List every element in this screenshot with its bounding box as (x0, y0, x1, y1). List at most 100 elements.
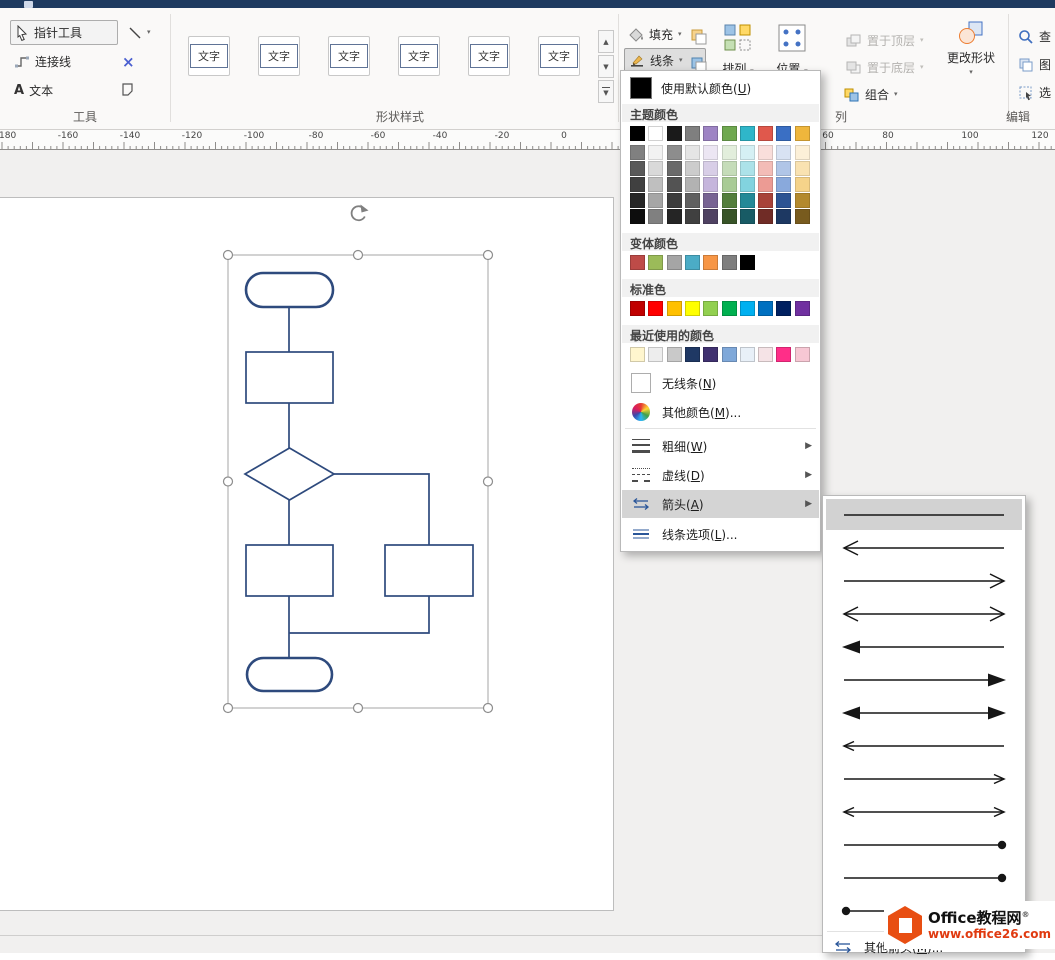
theme-tint-swatch[interactable] (667, 145, 682, 160)
arrow-style-right-solid[interactable] (826, 664, 1022, 695)
standard-color-swatch[interactable] (722, 301, 737, 316)
standard-color-swatch[interactable] (667, 301, 682, 316)
theme-tint-swatch[interactable] (667, 193, 682, 208)
theme-tint-swatch[interactable] (667, 177, 682, 192)
variant-color-swatch[interactable] (685, 255, 700, 270)
theme-tint-swatch[interactable] (740, 145, 755, 160)
recent-color-swatch[interactable] (758, 347, 773, 362)
shape-style-item[interactable]: 文字 (188, 36, 230, 76)
theme-tint-swatch[interactable] (722, 177, 737, 192)
theme-tint-swatch[interactable] (703, 145, 718, 160)
theme-tint-swatch[interactable] (795, 209, 810, 224)
theme-tint-swatch[interactable] (776, 145, 791, 160)
line-tool-button[interactable]: ▾ (124, 20, 160, 45)
theme-tint-swatch[interactable] (758, 177, 773, 192)
theme-tint-swatch[interactable] (795, 161, 810, 176)
theme-tint-swatch[interactable] (795, 145, 810, 160)
theme-tint-swatch[interactable] (795, 177, 810, 192)
variant-color-swatch[interactable] (703, 255, 718, 270)
group-button[interactable]: 组合 ▾ (840, 82, 902, 107)
arrow-style-both-solid[interactable] (826, 697, 1022, 728)
bring-to-front-button[interactable]: 置于顶层 ▾ (842, 28, 928, 53)
variant-color-swatch[interactable] (648, 255, 663, 270)
theme-tint-swatch[interactable] (648, 177, 663, 192)
arrow-style-both-open-small[interactable] (826, 796, 1022, 827)
theme-tint-swatch[interactable] (758, 209, 773, 224)
recent-color-swatch[interactable] (795, 347, 810, 362)
shape-style-item[interactable]: 文字 (398, 36, 440, 76)
theme-tint-swatch[interactable] (740, 161, 755, 176)
recent-color-swatch[interactable] (740, 347, 755, 362)
theme-tint-swatch[interactable] (776, 209, 791, 224)
recent-color-swatch[interactable] (776, 347, 791, 362)
change-shape-button[interactable]: 更改形状 ▾ (938, 20, 1004, 76)
theme-color-swatch[interactable] (758, 126, 773, 141)
arrow-style-left-open-small[interactable] (826, 730, 1022, 761)
text-tool-button[interactable]: A 文本 (10, 78, 96, 103)
theme-tint-swatch[interactable] (740, 209, 755, 224)
theme-tint-swatch[interactable] (703, 209, 718, 224)
theme-color-swatch[interactable] (722, 126, 737, 141)
standard-color-swatch[interactable] (630, 301, 645, 316)
theme-tint-swatch[interactable] (630, 161, 645, 176)
shape-style-item[interactable]: 文字 (328, 36, 370, 76)
recent-color-swatch[interactable] (685, 347, 700, 362)
theme-color-swatch[interactable] (703, 126, 718, 141)
arrow-style-left-solid[interactable] (826, 631, 1022, 662)
find-button[interactable]: 查 (1014, 24, 1055, 49)
pointer-tool-button[interactable]: 指针工具 (10, 20, 118, 45)
menu-item-more-colors[interactable]: 其他颜色(M)... (622, 398, 819, 426)
theme-tint-swatch[interactable] (685, 161, 700, 176)
menu-item-use-default-color[interactable]: 使用默认颜色(U) (622, 74, 819, 102)
shape-style-item[interactable]: 文字 (538, 36, 580, 76)
theme-tint-swatch[interactable] (740, 177, 755, 192)
gallery-scroll-up-button[interactable]: ▲ (598, 30, 614, 53)
select-button[interactable]: 选 (1014, 80, 1055, 105)
standard-color-swatch[interactable] (758, 301, 773, 316)
theme-color-swatch[interactable] (630, 126, 645, 141)
shape-style-item[interactable]: 文字 (258, 36, 300, 76)
horizontal-ruler[interactable]: -180-160-140-120-100-80-60-40-2006080100… (0, 130, 1055, 150)
gallery-scroll-down-button[interactable]: ▼ (598, 55, 614, 78)
theme-tint-swatch[interactable] (703, 161, 718, 176)
standard-color-swatch[interactable] (648, 301, 663, 316)
theme-tint-swatch[interactable] (740, 193, 755, 208)
text-block-tool-button[interactable] (116, 78, 140, 103)
theme-tint-swatch[interactable] (648, 209, 663, 224)
theme-tint-swatch[interactable] (685, 177, 700, 192)
variant-color-swatch[interactable] (740, 255, 755, 270)
recent-color-swatch[interactable] (722, 347, 737, 362)
connector-button[interactable]: 连接线 (10, 49, 110, 74)
standard-color-swatch[interactable] (703, 301, 718, 316)
standard-color-swatch[interactable] (685, 301, 700, 316)
arrow-style-left-open[interactable] (826, 532, 1022, 563)
theme-tint-swatch[interactable] (648, 161, 663, 176)
arrow-style-right-open-small[interactable] (826, 763, 1022, 794)
recent-color-swatch[interactable] (667, 347, 682, 362)
theme-color-swatch[interactable] (776, 126, 791, 141)
arrow-style-right-open[interactable] (826, 565, 1022, 596)
theme-tint-swatch[interactable] (703, 193, 718, 208)
theme-tint-swatch[interactable] (758, 161, 773, 176)
variant-color-swatch[interactable] (667, 255, 682, 270)
recent-color-swatch[interactable] (703, 347, 718, 362)
theme-tint-swatch[interactable] (722, 145, 737, 160)
theme-tint-swatch[interactable] (722, 193, 737, 208)
theme-tint-swatch[interactable] (703, 177, 718, 192)
theme-tint-swatch[interactable] (758, 145, 773, 160)
theme-color-swatch[interactable] (795, 126, 810, 141)
theme-tint-swatch[interactable] (722, 209, 737, 224)
variant-color-swatch[interactable] (630, 255, 645, 270)
variant-color-swatch[interactable] (722, 255, 737, 270)
shape-style-item[interactable]: 文字 (468, 36, 510, 76)
drawing-page[interactable] (0, 197, 614, 911)
position-dropdown[interactable]: 位置 ▾ (768, 22, 816, 77)
theme-tint-swatch[interactable] (630, 209, 645, 224)
connection-point-button[interactable]: × (118, 49, 142, 74)
arrange-dropdown[interactable]: 排列 ▾ (714, 22, 762, 77)
layers-button[interactable]: 图 (1014, 52, 1055, 77)
theme-color-swatch[interactable] (667, 126, 682, 141)
theme-tint-swatch[interactable] (795, 193, 810, 208)
arrow-style-dot-right[interactable] (826, 829, 1022, 860)
theme-color-swatch[interactable] (685, 126, 700, 141)
